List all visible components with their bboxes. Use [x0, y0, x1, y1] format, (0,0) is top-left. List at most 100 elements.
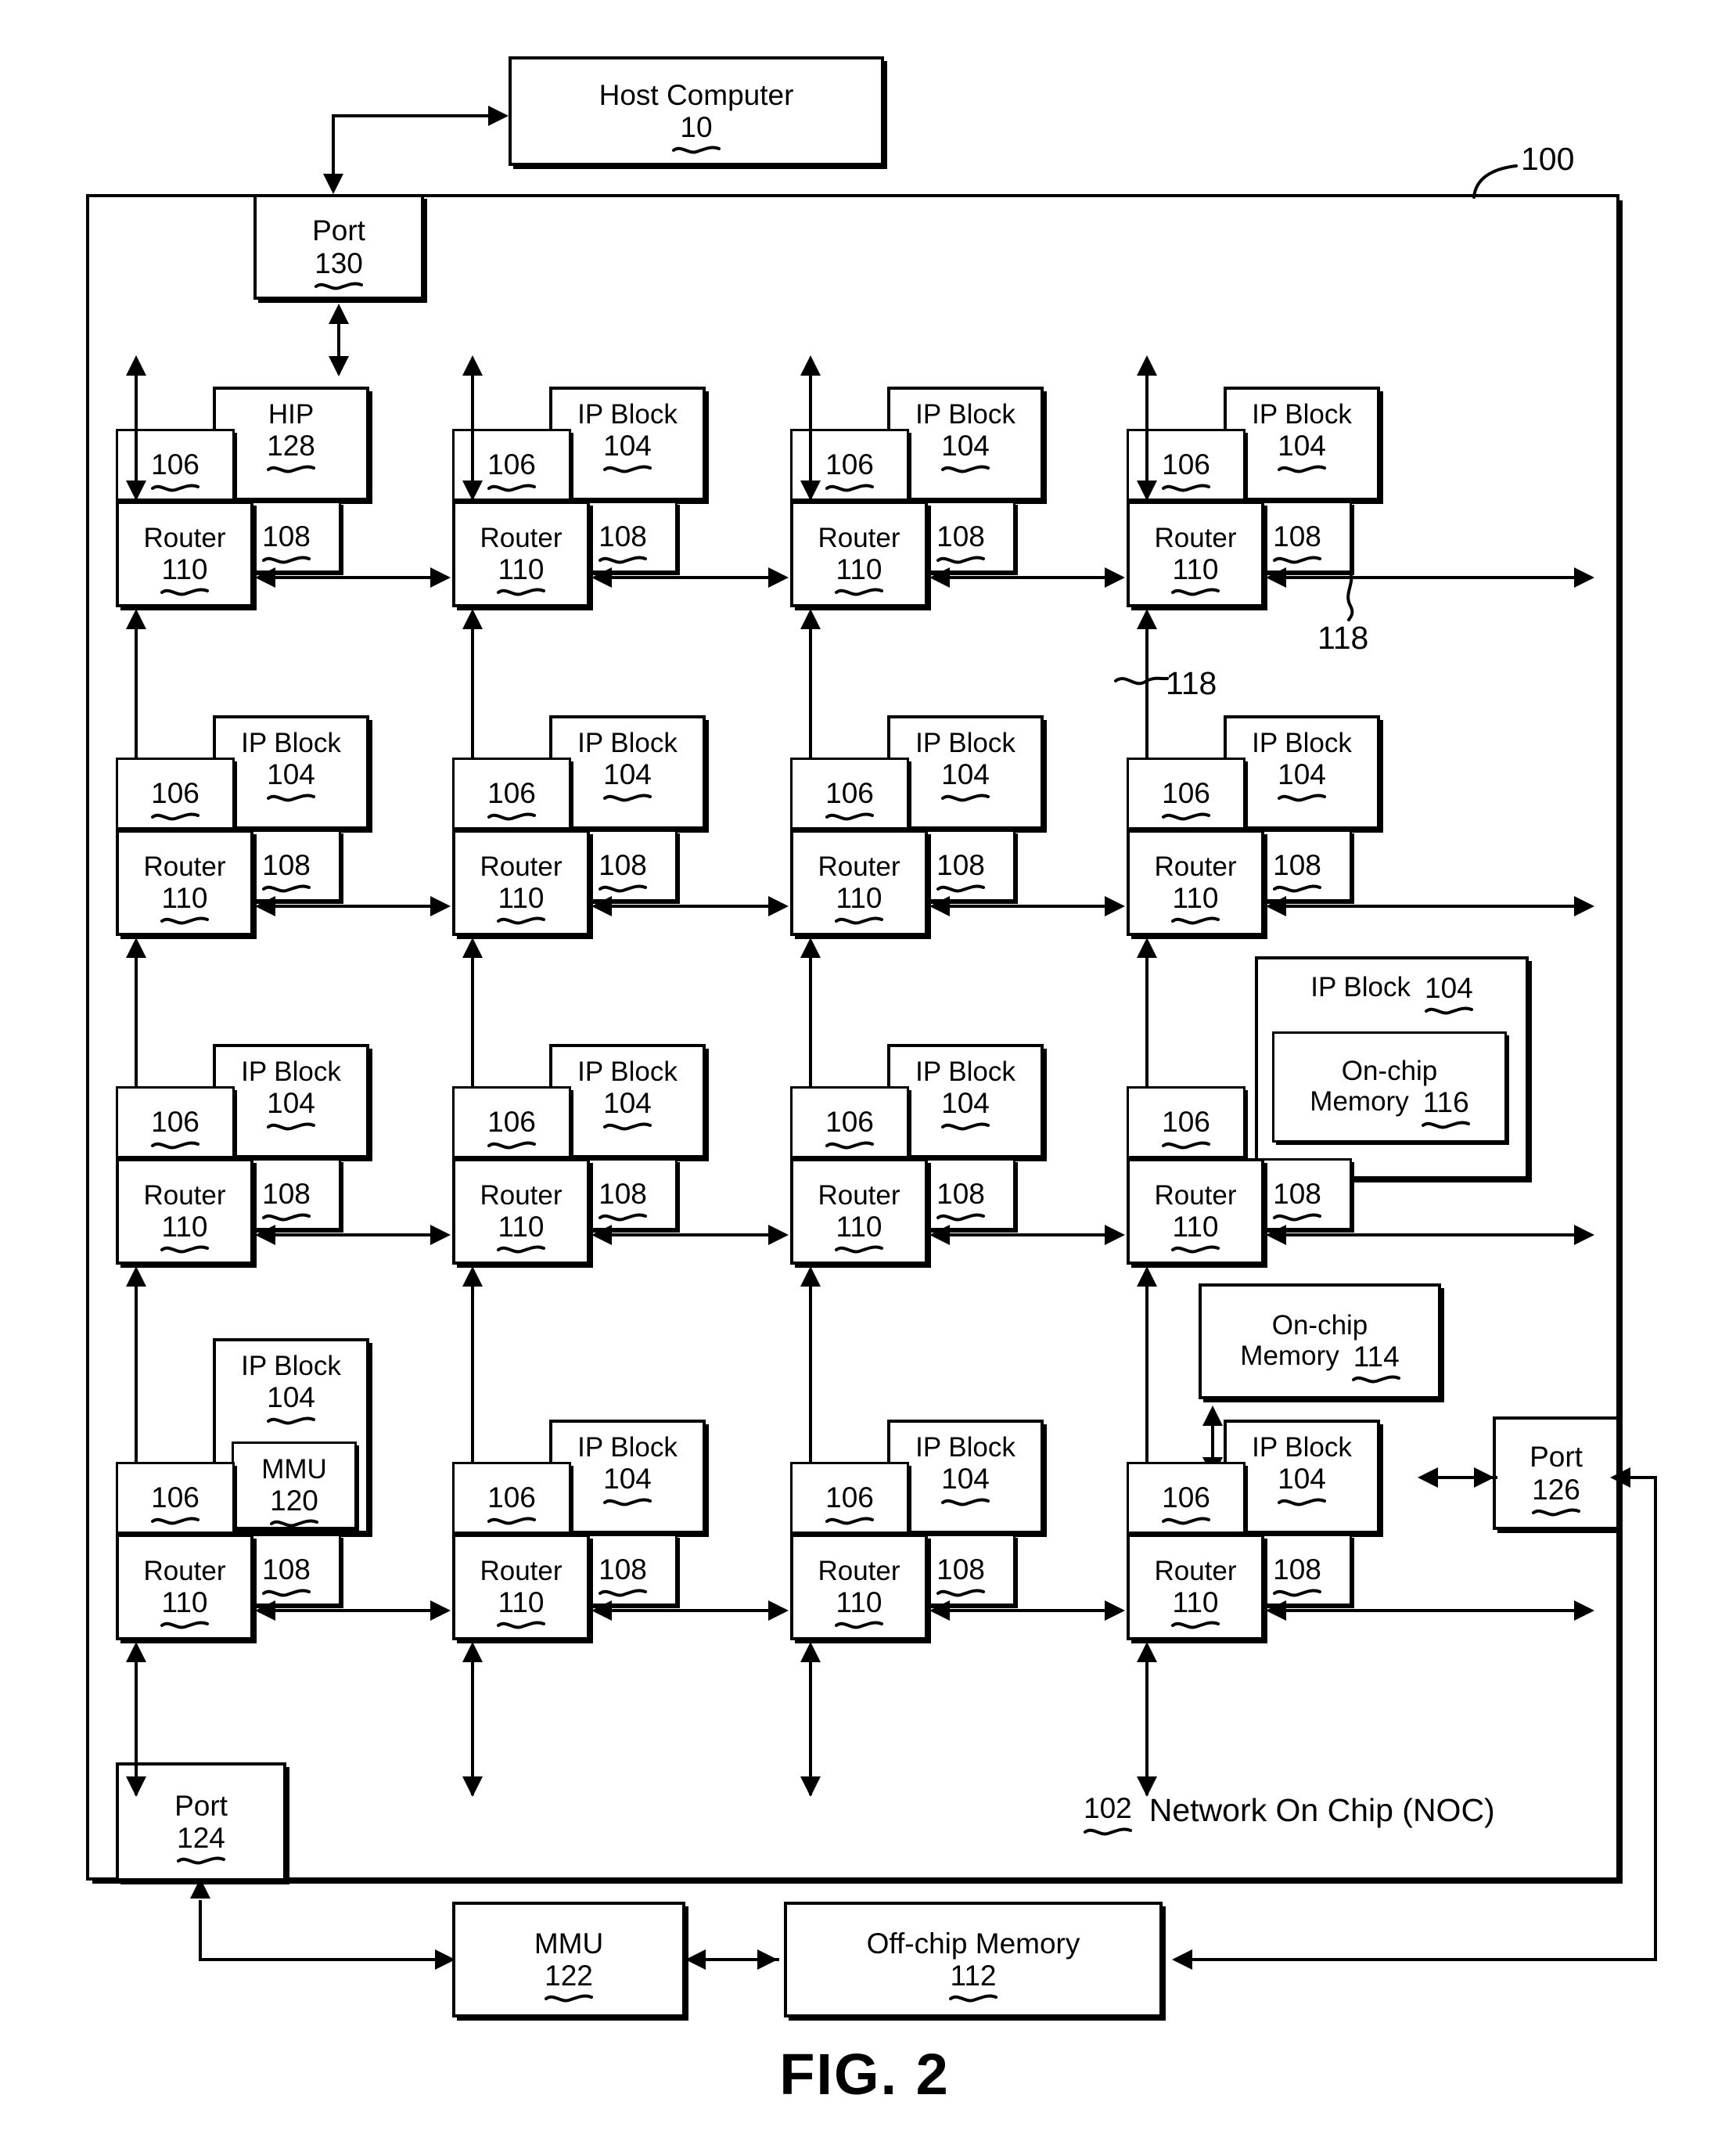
arrowhead-right-icon — [768, 567, 789, 588]
squiggle-icon — [825, 1139, 874, 1152]
node-router-label: Router — [1154, 1179, 1237, 1211]
arrowhead-left-icon — [255, 567, 275, 588]
squiggle-icon — [1161, 1514, 1210, 1528]
node-adapter-ref: 106 — [487, 1481, 536, 1525]
router-link-v-bottom — [471, 1645, 474, 1795]
node-block-ref: 104 — [602, 1087, 652, 1131]
squiggle-icon — [825, 810, 874, 823]
node-router-ref: 110 — [160, 553, 209, 596]
squiggle-icon — [1171, 1243, 1220, 1256]
node-router-label: Router — [480, 522, 563, 553]
node-block-label: IP Block — [915, 399, 1015, 430]
node-adapter-106-r2c1: 106 — [116, 758, 235, 830]
node-block-r4c4: IP Block 104 — [1224, 1420, 1380, 1534]
squiggle-icon — [936, 882, 985, 895]
ip-block-label: IP Block — [1310, 972, 1411, 1002]
router-link-h — [595, 1609, 785, 1612]
arrowhead-left-icon — [1172, 1949, 1192, 1970]
node-router-ref: 110 — [160, 1211, 209, 1254]
node-block-r1c3: IP Block 104 — [887, 387, 1044, 501]
squiggle-icon — [602, 791, 652, 804]
onchip-116-line1: On-chip — [1341, 1055, 1438, 1086]
onchip-116-line2: Memory 116 — [1310, 1086, 1471, 1129]
onchip-116-ref: 116 — [1422, 1086, 1471, 1129]
squiggle-icon — [266, 463, 315, 476]
squiggle-icon — [1161, 481, 1210, 495]
node-router-r3c2: Router 110 — [452, 1158, 590, 1265]
link-ref-118-vertical: 118 — [1166, 665, 1217, 701]
router-link-v-bottom — [1145, 1645, 1148, 1795]
arrowhead-up-icon — [462, 1642, 483, 1662]
squiggle-icon — [176, 1854, 225, 1867]
arrowhead-up-icon — [462, 1266, 483, 1287]
router-link-h — [258, 1233, 448, 1236]
ip-block-116-header: IP Block 104 — [1310, 972, 1473, 1015]
arrowhead-right-icon — [1105, 567, 1125, 588]
arrowhead-up-icon — [800, 1642, 821, 1662]
node-block-r4c3: IP Block 104 — [887, 1420, 1044, 1534]
node-router-r1c2: Router 110 — [452, 501, 590, 607]
router-link-v-top — [471, 360, 474, 501]
port-130-box: Port 130 — [253, 194, 424, 300]
arrowhead-up-icon — [1137, 355, 1157, 376]
node-adapter-ref: 106 — [487, 777, 536, 821]
node-adapter-106-r3c4: 106 — [1127, 1086, 1246, 1158]
squiggle-icon — [1171, 914, 1220, 927]
node-adapter-ref: 106 — [150, 1481, 200, 1525]
port-130-ref: 130 — [314, 247, 363, 290]
port-124-ref: 124 — [176, 1822, 225, 1865]
arrowhead-left-icon — [1266, 567, 1286, 588]
arrowhead-down-icon — [1137, 1776, 1157, 1797]
router-link-h — [933, 1233, 1122, 1236]
squiggle-icon — [314, 279, 363, 293]
node-router-ref: 110 — [835, 1211, 883, 1254]
port-130-label: Port — [312, 214, 365, 247]
arrowhead-left-icon — [685, 1949, 706, 1970]
node-router-label: Router — [818, 522, 900, 553]
node-router-label: Router — [1154, 851, 1237, 882]
squiggle-icon — [835, 1243, 883, 1256]
squiggle-icon — [835, 585, 883, 599]
arrowhead-right-icon — [1574, 567, 1594, 588]
host-port-link-v — [332, 114, 335, 175]
node-adapter-ref: 106 — [150, 777, 200, 821]
node-adapter-106-r2c3: 106 — [790, 758, 909, 830]
squiggle-icon — [1272, 882, 1321, 895]
node-adapter-ref: 106 — [1161, 1481, 1210, 1525]
port-126-label: Port — [1530, 1441, 1583, 1474]
port-124-label: Port — [174, 1789, 228, 1822]
squiggle-icon — [1272, 1211, 1321, 1224]
router-link-h — [933, 1609, 1122, 1612]
arrowhead-right-icon — [1574, 896, 1594, 916]
squiggle-icon — [487, 1139, 536, 1152]
ip-block-ref: 104 — [1424, 972, 1473, 1015]
arrowhead-left-icon — [929, 1225, 950, 1245]
node-router-r1c1: Router 110 — [116, 501, 253, 607]
arrowhead-up-icon — [800, 938, 821, 958]
port124-mmu122-link-h — [199, 1958, 438, 1961]
node-adapter-106-r4c3: 106 — [790, 1462, 909, 1534]
router-link-h — [595, 1233, 785, 1236]
arrowhead-right-icon — [430, 567, 451, 588]
arrowhead-up-icon — [1137, 1266, 1157, 1287]
router-link-v-bottom — [809, 1645, 812, 1795]
squiggle-icon — [936, 553, 985, 567]
node-adapter-ref: 106 — [825, 777, 874, 821]
arrowhead-up-icon — [1137, 1642, 1157, 1662]
mem112-port126-link-h — [1178, 1958, 1657, 1961]
node-router-r1c4: Router 110 — [1127, 501, 1264, 607]
arrowhead-left-icon — [591, 896, 612, 916]
arrowhead-to-port130-icon — [323, 174, 343, 194]
arrowhead-to-host-icon — [488, 106, 509, 126]
arrowhead-left-icon — [255, 896, 275, 916]
arrowhead-down-icon — [800, 1776, 821, 1797]
node-block-ref: 104 — [266, 1381, 315, 1425]
arrowhead-right-icon — [768, 1600, 789, 1621]
node-block-ref: 104 — [1277, 1463, 1326, 1506]
node-block-label: IP Block — [915, 1056, 1015, 1087]
node-link-ref: 108 — [1272, 1178, 1321, 1222]
node-block-r3c2: IP Block 104 — [549, 1044, 706, 1158]
link-ref-118-horizontal: 118 — [1317, 620, 1369, 656]
port-126-ref: 126 — [1531, 1474, 1580, 1517]
node-block-label: HIP — [268, 399, 315, 430]
